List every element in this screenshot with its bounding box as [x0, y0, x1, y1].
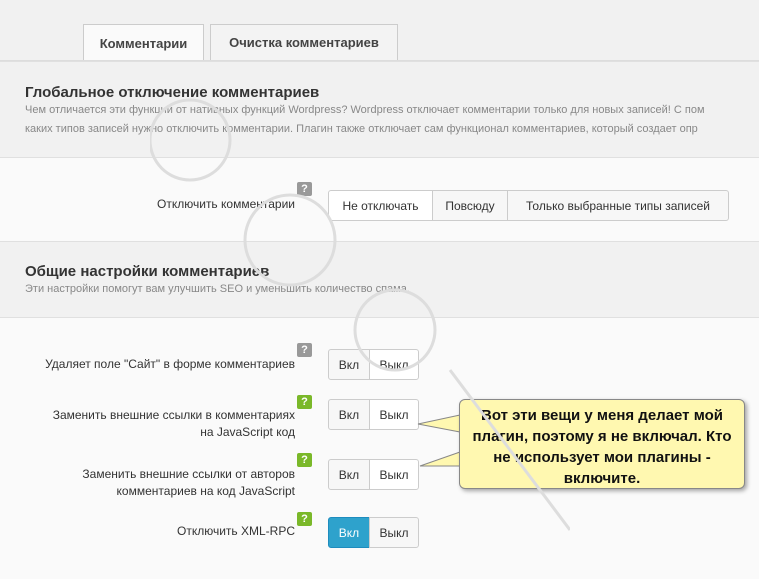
watermark-logo — [150, 98, 570, 531]
tab-comment-cleanup[interactable]: Очистка комментариев — [210, 24, 398, 60]
tab-bar: Комментарии Очистка комментариев — [0, 0, 759, 61]
tab-comments[interactable]: Комментарии — [83, 24, 204, 61]
